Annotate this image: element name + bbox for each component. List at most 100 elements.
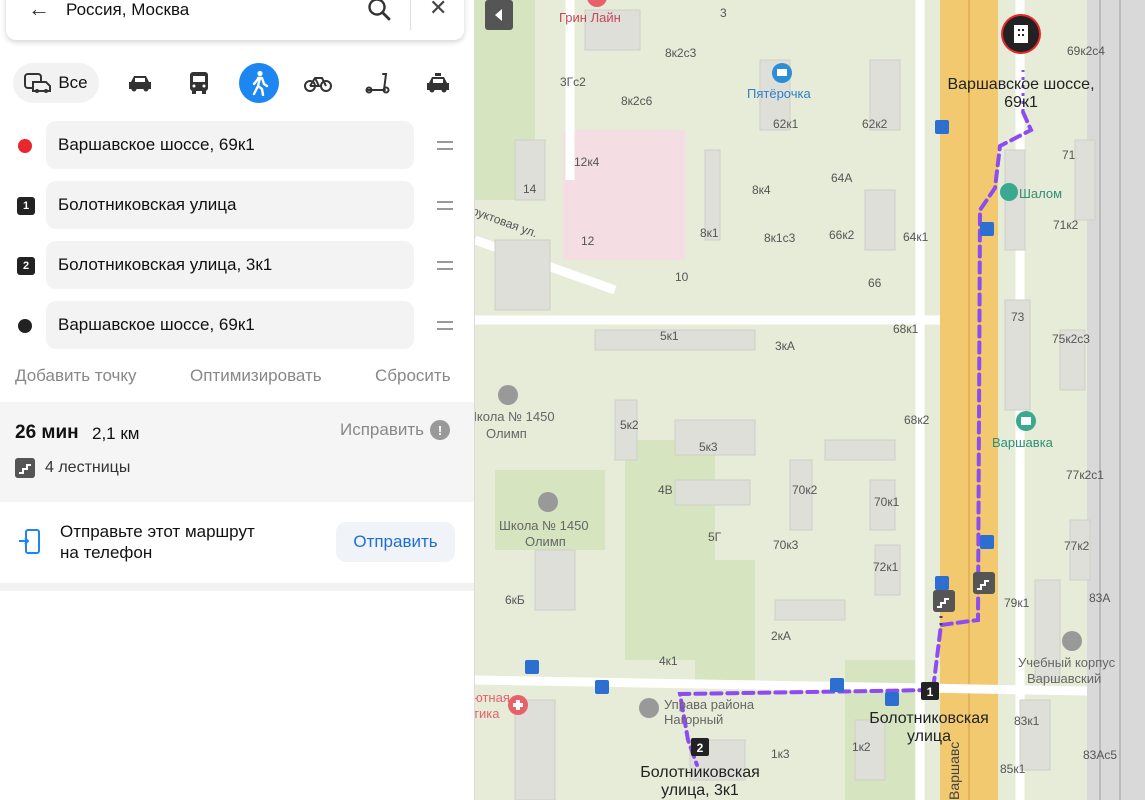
svg-text:ютная: ютная — [475, 690, 510, 705]
map-canvas[interactable]: 1 2 3 8к2с3 3Гс2 8к2с6 12к4 62к1 62к2 64… — [475, 0, 1145, 800]
collapse-panel-button[interactable] — [485, 0, 513, 30]
svg-text:Олимп: Олимп — [525, 534, 566, 549]
end-marker — [17, 318, 33, 334]
waypoint-field-4[interactable]: Варшавское шоссе, 69к1 — [46, 301, 414, 349]
stairs-marker-icon — [973, 572, 995, 594]
mode-car-button[interactable] — [120, 63, 160, 103]
optimize-button[interactable]: Оптимизировать — [190, 366, 322, 386]
svg-text:8к1с3: 8к1с3 — [764, 231, 796, 245]
search-separator — [410, 0, 411, 30]
car-icon — [129, 76, 151, 92]
map-marker-2[interactable]: 2 — [691, 738, 709, 756]
drag-handle-icon[interactable] — [437, 261, 453, 275]
svg-text:5к2: 5к2 — [620, 418, 639, 432]
svg-text:12: 12 — [581, 234, 595, 248]
drag-handle-icon[interactable] — [437, 141, 453, 155]
admin-icon — [639, 698, 659, 718]
scooter-icon — [365, 73, 390, 94]
waypoint-field-3[interactable]: Болотниковская улица, 3к1 — [46, 241, 414, 289]
reset-button[interactable]: Сбросить — [375, 366, 451, 386]
route-summary[interactable]: 26 мин 2,1 км Исправить ! 4 лестницы — [0, 402, 474, 502]
send-line-2: на телефон — [60, 543, 153, 562]
svg-text:70к2: 70к2 — [792, 483, 818, 497]
route-distance: 2,1 км — [92, 424, 140, 443]
svg-text:79к1: 79к1 — [1004, 596, 1030, 610]
svg-text:2: 2 — [697, 741, 704, 755]
svg-text:1к3: 1к3 — [771, 747, 790, 761]
svg-text:83к1: 83к1 — [1014, 714, 1040, 728]
bus-icon — [190, 72, 208, 94]
send-to-phone: Отправьте этот маршрут на телефон Отправ… — [0, 505, 474, 583]
medical-icon — [508, 695, 528, 715]
svg-text:5к1: 5к1 — [660, 329, 679, 343]
mode-walk-button[interactable] — [239, 63, 279, 103]
destination-pin[interactable] — [1001, 14, 1041, 54]
pyat-icon — [772, 63, 792, 83]
svg-text:3кА: 3кА — [775, 339, 795, 353]
svg-text:Управа района: Управа района — [664, 697, 755, 712]
svg-text:5к3: 5к3 — [699, 440, 718, 454]
svg-text:Шалом: Шалом — [1019, 186, 1062, 201]
svg-text:Пятёрочка: Пятёрочка — [747, 86, 811, 101]
fix-route-button[interactable]: Исправить ! — [340, 420, 451, 440]
search-icon[interactable] — [366, 0, 392, 22]
svg-text:64к1: 64к1 — [903, 230, 929, 244]
svg-text:71к2: 71к2 — [1053, 218, 1079, 232]
dest-label-2: 69к1 — [1004, 94, 1038, 111]
map-marker-1[interactable]: 1 — [921, 682, 939, 700]
svg-text:4В: 4В — [658, 483, 673, 497]
mode-bike-button[interactable] — [298, 63, 338, 103]
svg-text:Грин Лайн: Грин Лайн — [559, 10, 621, 25]
svg-text:73: 73 — [1011, 310, 1025, 324]
waypoint-label: Болотниковская улица — [58, 195, 237, 214]
waypoint-label: Варшавское шоссе, 69к1 — [58, 135, 255, 154]
svg-text:Варшавс: Варшавс — [946, 742, 962, 800]
mode-bus-button[interactable] — [179, 63, 219, 103]
svg-text:Учебный корпус: Учебный корпус — [1018, 655, 1116, 670]
stairs-marker-icon — [933, 590, 955, 612]
mode-scooter-button[interactable] — [358, 63, 398, 103]
svg-text:69к2с4: 69к2с4 — [1067, 44, 1105, 58]
send-button[interactable]: Отправить — [336, 522, 455, 562]
svg-text:64А: 64А — [831, 171, 852, 185]
waypoint-field-2[interactable]: Болотниковская улица — [46, 181, 414, 229]
phone-icon — [19, 529, 40, 554]
svg-text:Варшавка: Варшавка — [992, 435, 1054, 450]
start-marker — [17, 138, 33, 154]
drag-handle-icon[interactable] — [437, 201, 453, 215]
svg-text:77к2с1: 77к2с1 — [1066, 468, 1104, 482]
add-point-button[interactable]: Добавить точку — [15, 366, 137, 386]
send-line-1: Отправьте этот маршрут — [60, 522, 255, 541]
waypoint-field-1[interactable]: Варшавское шоссе, 69к1 — [46, 121, 414, 169]
svg-text:62к2: 62к2 — [862, 117, 888, 131]
shalom-icon — [1000, 183, 1018, 201]
svg-text:70к1: 70к1 — [874, 495, 900, 509]
svg-text:3: 3 — [720, 6, 727, 20]
svg-text:8к2с6: 8к2с6 — [621, 94, 653, 108]
search-query[interactable]: Россия, Москва — [66, 0, 189, 20]
map-view[interactable]: 1 2 3 8к2с3 3Гс2 8к2с6 12к4 62к1 62к2 64… — [475, 0, 1145, 800]
pin2-label-1: Болотниковская — [640, 764, 760, 781]
svg-text:83А: 83А — [1089, 591, 1110, 605]
svg-text:4к1: 4к1 — [659, 654, 678, 668]
svg-text:77к2: 77к2 — [1064, 539, 1090, 553]
waypoint-marker-2: 2 — [17, 257, 35, 275]
back-arrow-icon[interactable]: ← — [28, 0, 50, 22]
stairs-icon — [15, 458, 35, 478]
svg-text:71: 71 — [1062, 148, 1076, 162]
mode-taxi-button[interactable] — [418, 63, 458, 103]
waypoint-label: Болотниковская улица, 3к1 — [58, 255, 273, 274]
svg-text:Школа № 1450: Школа № 1450 — [499, 518, 589, 533]
close-icon[interactable]: ✕ — [429, 0, 447, 21]
school-icon — [538, 492, 558, 512]
svg-text:5Г: 5Г — [708, 530, 722, 544]
svg-text:3Гс2: 3Гс2 — [560, 75, 586, 89]
fix-label: Исправить — [340, 420, 425, 439]
search-bar[interactable]: ← Россия, Москва ✕ — [6, 0, 464, 40]
svg-text:8к4: 8к4 — [752, 183, 771, 197]
waypoint-label: Варшавское шоссе, 69к1 — [58, 315, 255, 334]
drag-handle-icon[interactable] — [437, 321, 453, 335]
svg-text:85к1: 85к1 — [1000, 762, 1026, 776]
svg-text:Нагорный: Нагорный — [664, 712, 723, 727]
mode-all-button[interactable]: Все — [13, 63, 99, 103]
